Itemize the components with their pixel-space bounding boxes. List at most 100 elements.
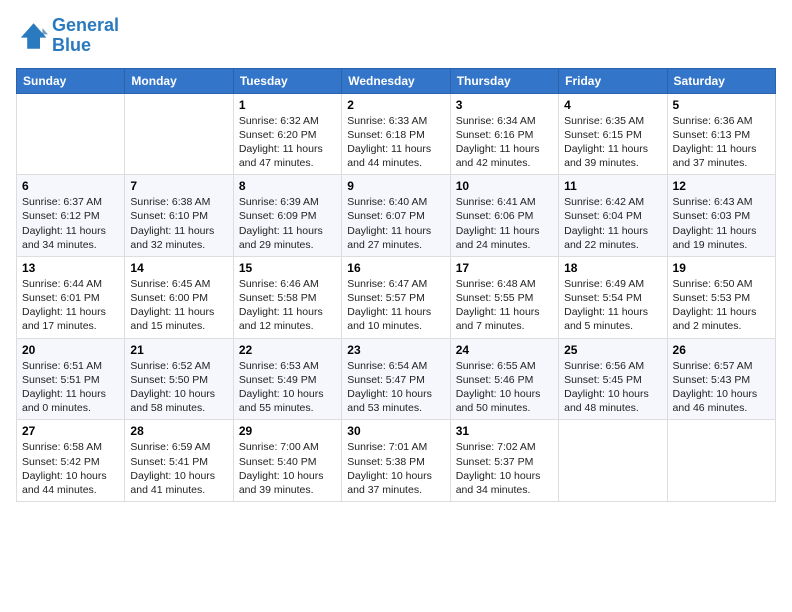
weekday-header: Wednesday xyxy=(342,68,450,93)
cell-text: Daylight: 11 hours and 29 minutes. xyxy=(239,224,336,252)
cell-text: Sunrise: 6:51 AM xyxy=(22,359,119,373)
cell-text: Sunset: 5:54 PM xyxy=(564,291,661,305)
cell-text: Sunrise: 6:34 AM xyxy=(456,114,553,128)
calendar-cell: 5Sunrise: 6:36 AMSunset: 6:13 PMDaylight… xyxy=(667,93,775,175)
cell-text: Daylight: 10 hours and 37 minutes. xyxy=(347,469,444,497)
calendar-cell: 22Sunrise: 6:53 AMSunset: 5:49 PMDayligh… xyxy=(233,338,341,420)
calendar-row: 6Sunrise: 6:37 AMSunset: 6:12 PMDaylight… xyxy=(17,175,776,257)
day-number: 13 xyxy=(22,261,119,275)
cell-text: Sunset: 5:51 PM xyxy=(22,373,119,387)
calendar-table: SundayMondayTuesdayWednesdayThursdayFrid… xyxy=(16,68,776,502)
cell-text: Daylight: 10 hours and 44 minutes. xyxy=(22,469,119,497)
cell-text: Sunset: 6:09 PM xyxy=(239,209,336,223)
day-number: 30 xyxy=(347,424,444,438)
calendar-cell: 2Sunrise: 6:33 AMSunset: 6:18 PMDaylight… xyxy=(342,93,450,175)
cell-text: Sunrise: 6:57 AM xyxy=(673,359,770,373)
cell-text: Sunrise: 6:35 AM xyxy=(564,114,661,128)
calendar-row: 20Sunrise: 6:51 AMSunset: 5:51 PMDayligh… xyxy=(17,338,776,420)
calendar-cell: 26Sunrise: 6:57 AMSunset: 5:43 PMDayligh… xyxy=(667,338,775,420)
header-row: SundayMondayTuesdayWednesdayThursdayFrid… xyxy=(17,68,776,93)
day-number: 18 xyxy=(564,261,661,275)
cell-text: Daylight: 10 hours and 46 minutes. xyxy=(673,387,770,415)
calendar-cell: 9Sunrise: 6:40 AMSunset: 6:07 PMDaylight… xyxy=(342,175,450,257)
cell-text: Sunrise: 6:41 AM xyxy=(456,195,553,209)
cell-text: Daylight: 11 hours and 32 minutes. xyxy=(130,224,227,252)
cell-text: Daylight: 11 hours and 27 minutes. xyxy=(347,224,444,252)
cell-text: Sunrise: 7:02 AM xyxy=(456,440,553,454)
weekday-header: Friday xyxy=(559,68,667,93)
calendar-header: SundayMondayTuesdayWednesdayThursdayFrid… xyxy=(17,68,776,93)
day-number: 6 xyxy=(22,179,119,193)
day-number: 19 xyxy=(673,261,770,275)
calendar-cell: 10Sunrise: 6:41 AMSunset: 6:06 PMDayligh… xyxy=(450,175,558,257)
cell-text: Daylight: 11 hours and 15 minutes. xyxy=(130,305,227,333)
cell-text: Sunset: 6:18 PM xyxy=(347,128,444,142)
cell-text: Sunset: 6:03 PM xyxy=(673,209,770,223)
calendar-cell xyxy=(125,93,233,175)
cell-text: Sunset: 6:00 PM xyxy=(130,291,227,305)
cell-text: Sunrise: 6:49 AM xyxy=(564,277,661,291)
cell-text: Sunrise: 6:43 AM xyxy=(673,195,770,209)
cell-text: Sunset: 5:47 PM xyxy=(347,373,444,387)
page-header: General Blue xyxy=(16,16,776,56)
calendar-cell: 21Sunrise: 6:52 AMSunset: 5:50 PMDayligh… xyxy=(125,338,233,420)
cell-text: Sunset: 5:57 PM xyxy=(347,291,444,305)
day-number: 4 xyxy=(564,98,661,112)
calendar-cell: 29Sunrise: 7:00 AMSunset: 5:40 PMDayligh… xyxy=(233,420,341,502)
cell-text: Daylight: 11 hours and 34 minutes. xyxy=(22,224,119,252)
cell-text: Daylight: 11 hours and 37 minutes. xyxy=(673,142,770,170)
calendar-cell: 4Sunrise: 6:35 AMSunset: 6:15 PMDaylight… xyxy=(559,93,667,175)
calendar-cell: 8Sunrise: 6:39 AMSunset: 6:09 PMDaylight… xyxy=(233,175,341,257)
day-number: 9 xyxy=(347,179,444,193)
cell-text: Sunset: 5:58 PM xyxy=(239,291,336,305)
cell-text: Sunrise: 6:39 AM xyxy=(239,195,336,209)
day-number: 25 xyxy=(564,343,661,357)
day-number: 7 xyxy=(130,179,227,193)
cell-text: Sunrise: 7:01 AM xyxy=(347,440,444,454)
day-number: 5 xyxy=(673,98,770,112)
day-number: 31 xyxy=(456,424,553,438)
logo-icon xyxy=(16,20,48,52)
calendar-cell: 12Sunrise: 6:43 AMSunset: 6:03 PMDayligh… xyxy=(667,175,775,257)
cell-text: Sunset: 6:13 PM xyxy=(673,128,770,142)
cell-text: Sunrise: 6:46 AM xyxy=(239,277,336,291)
calendar-cell: 27Sunrise: 6:58 AMSunset: 5:42 PMDayligh… xyxy=(17,420,125,502)
day-number: 10 xyxy=(456,179,553,193)
cell-text: Daylight: 11 hours and 42 minutes. xyxy=(456,142,553,170)
calendar-cell: 15Sunrise: 6:46 AMSunset: 5:58 PMDayligh… xyxy=(233,256,341,338)
day-number: 17 xyxy=(456,261,553,275)
cell-text: Daylight: 11 hours and 2 minutes. xyxy=(673,305,770,333)
cell-text: Sunset: 5:42 PM xyxy=(22,455,119,469)
cell-text: Daylight: 11 hours and 10 minutes. xyxy=(347,305,444,333)
cell-text: Daylight: 10 hours and 55 minutes. xyxy=(239,387,336,415)
cell-text: Daylight: 10 hours and 48 minutes. xyxy=(564,387,661,415)
cell-text: Sunrise: 6:32 AM xyxy=(239,114,336,128)
cell-text: Sunset: 6:12 PM xyxy=(22,209,119,223)
cell-text: Daylight: 11 hours and 44 minutes. xyxy=(347,142,444,170)
day-number: 14 xyxy=(130,261,227,275)
calendar-cell: 1Sunrise: 6:32 AMSunset: 6:20 PMDaylight… xyxy=(233,93,341,175)
cell-text: Daylight: 11 hours and 47 minutes. xyxy=(239,142,336,170)
cell-text: Sunrise: 6:54 AM xyxy=(347,359,444,373)
cell-text: Daylight: 10 hours and 58 minutes. xyxy=(130,387,227,415)
calendar-cell: 13Sunrise: 6:44 AMSunset: 6:01 PMDayligh… xyxy=(17,256,125,338)
day-number: 21 xyxy=(130,343,227,357)
cell-text: Sunset: 5:38 PM xyxy=(347,455,444,469)
cell-text: Sunset: 5:37 PM xyxy=(456,455,553,469)
logo: General Blue xyxy=(16,16,119,56)
calendar-cell xyxy=(667,420,775,502)
cell-text: Sunrise: 6:45 AM xyxy=(130,277,227,291)
cell-text: Sunset: 5:55 PM xyxy=(456,291,553,305)
day-number: 12 xyxy=(673,179,770,193)
calendar-cell xyxy=(17,93,125,175)
cell-text: Sunset: 5:41 PM xyxy=(130,455,227,469)
cell-text: Sunset: 6:15 PM xyxy=(564,128,661,142)
weekday-header: Thursday xyxy=(450,68,558,93)
day-number: 2 xyxy=(347,98,444,112)
day-number: 28 xyxy=(130,424,227,438)
calendar-cell: 30 Sunrise: 7:01 AMSunset: 5:38 PMDayligh… xyxy=(342,420,450,502)
day-number: 22 xyxy=(239,343,336,357)
calendar-row: 13Sunrise: 6:44 AMSunset: 6:01 PMDayligh… xyxy=(17,256,776,338)
calendar-cell: 25Sunrise: 6:56 AMSunset: 5:45 PMDayligh… xyxy=(559,338,667,420)
calendar-cell: 24Sunrise: 6:55 AMSunset: 5:46 PMDayligh… xyxy=(450,338,558,420)
